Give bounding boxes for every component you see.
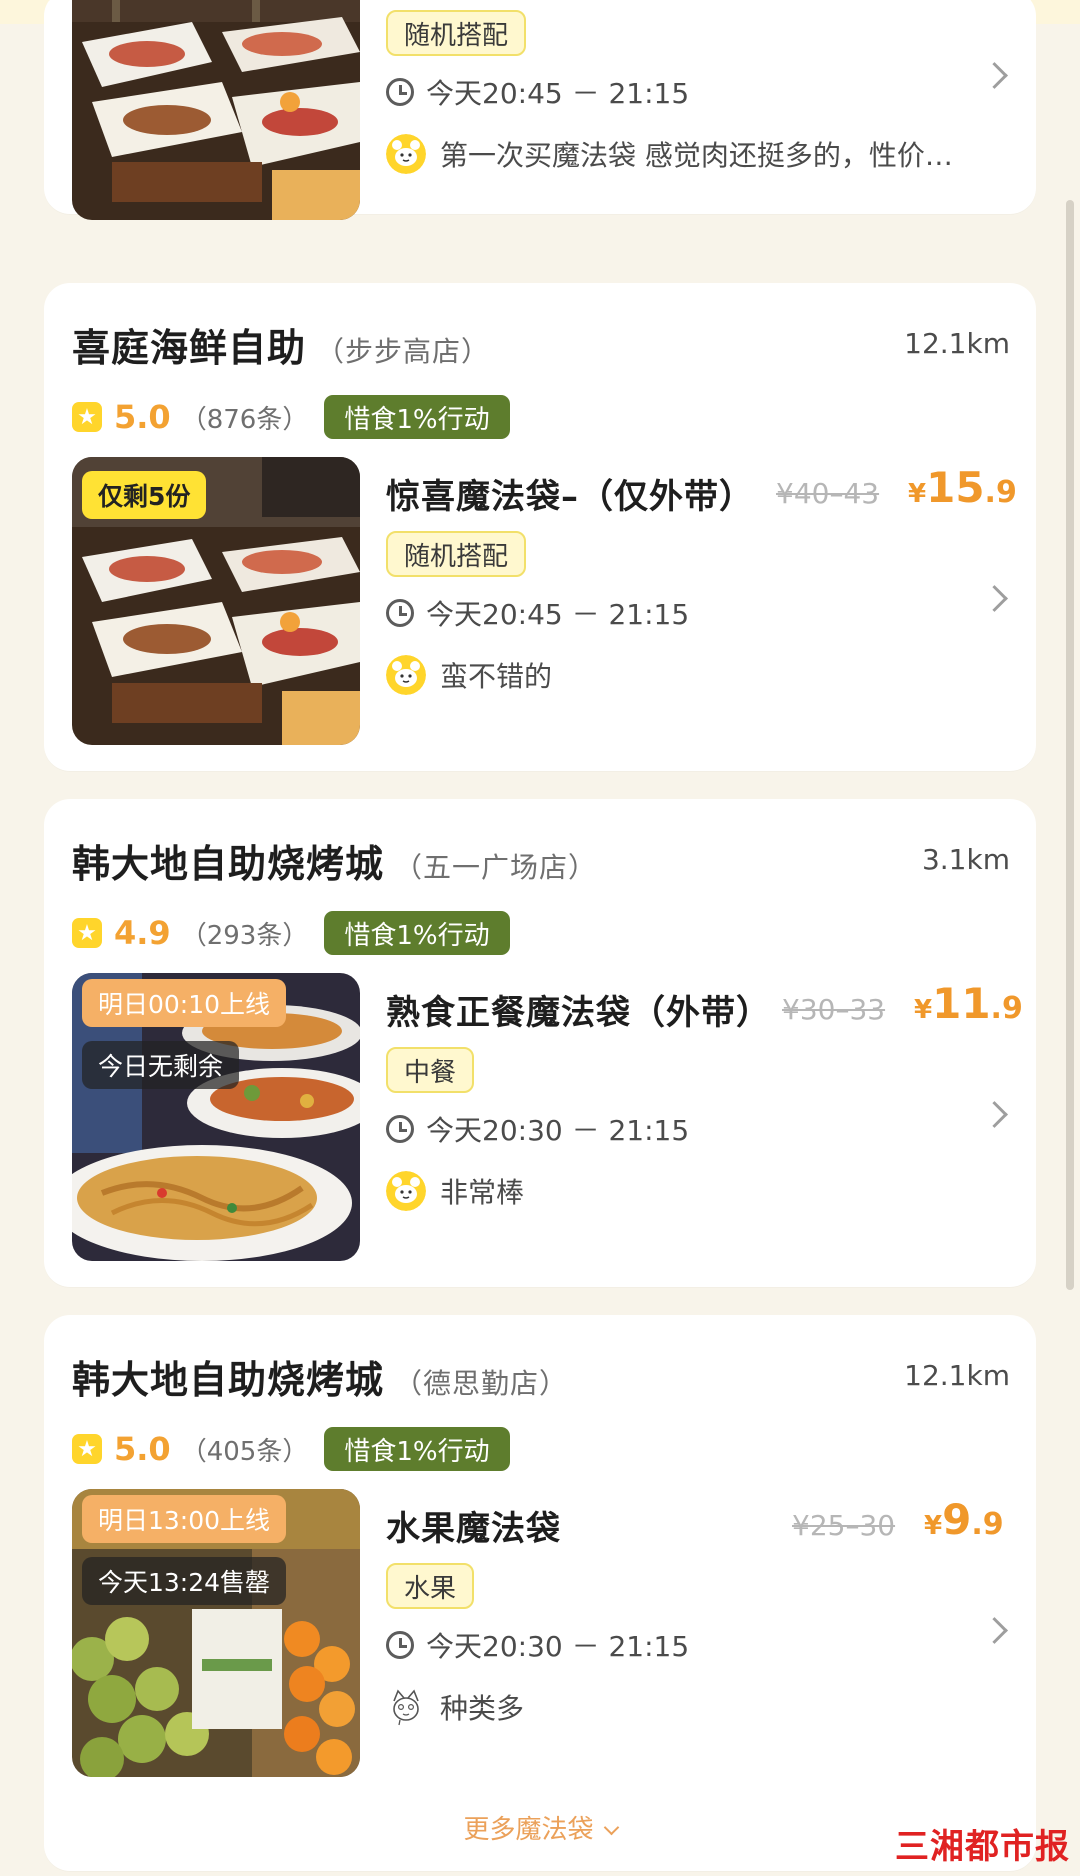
pickup-time: 今天20:45 － 21:15 (386, 72, 689, 112)
review-snippet: 非常棒 (386, 1171, 524, 1211)
review-count: （876条） (180, 404, 309, 435)
store-name: 韩大地自助烧烤城 （五一广场店） (72, 842, 598, 886)
review-snippet: 蛮不错的 (386, 655, 552, 695)
clock-icon (386, 1115, 414, 1143)
review-count: （293条） (180, 920, 309, 951)
stock-left-tag: 仅剩5份 (82, 471, 207, 519)
clock-icon (386, 78, 414, 106)
star-icon: ★ (72, 402, 102, 432)
clock-icon (386, 599, 414, 627)
star-icon: ★ (72, 1434, 102, 1464)
sketch-cat-icon (387, 1688, 425, 1726)
category-tag: 随机搭配 (386, 531, 527, 577)
store-name: 韩大地自助烧烤城 （德思勤店） (72, 1358, 569, 1402)
clock-icon (386, 1631, 414, 1659)
distance: 12.1km (904, 327, 1010, 360)
distance: 12.1km (904, 1359, 1010, 1392)
bag-title: 熟食正餐魔法袋（外带） (386, 993, 771, 1033)
rating-score: 4.9 (114, 914, 171, 952)
bag-photo (72, 0, 360, 220)
bag-photo: 明日00:10上线 今日无剩余 (72, 973, 360, 1261)
rating-row: ★ 4.9 （293条） 惜食1%行动 (72, 911, 510, 955)
bag-title: 水果魔法袋 (386, 1509, 561, 1549)
category-tag: 随机搭配 (386, 10, 527, 56)
store-card[interactable]: 喜庭海鲜自助 （步步高店） 12.1km ★ 5.0 （876条） 惜食1%行动 … (44, 283, 1036, 771)
rating-score: 5.0 (114, 1430, 171, 1468)
action-badge: 惜食1%行动 (324, 1427, 510, 1471)
more-bags-link[interactable]: 更多魔法袋 (44, 1809, 1036, 1846)
category-tag: 水果 (386, 1563, 475, 1609)
store-branch: （德思勤店） (394, 1367, 569, 1400)
store-card[interactable]: 韩大地自助烧烤城 （德思勤店） 12.1km ★ 5.0 （405条） 惜食1%行… (44, 1315, 1036, 1871)
chevron-right-icon[interactable] (981, 62, 1008, 89)
original-price: ¥25–30 (792, 1509, 896, 1542)
chevron-right-icon[interactable] (981, 1101, 1008, 1128)
sale-price: ¥15.9 (908, 463, 1017, 512)
rating-row: ★ 5.0 （405条） 惜食1%行动 (72, 1427, 510, 1471)
store-branch: （步步高店） (316, 335, 491, 368)
store-card[interactable]: 韩大地自助烧烤城 （五一广场店） 3.1km ★ 4.9 （293条） 惜食1%行… (44, 799, 1036, 1287)
pickup-time: 今天20:30 － 21:15 (386, 1109, 689, 1149)
store-name: 喜庭海鲜自助 （步步高店） (72, 326, 491, 370)
yellow-bear-icon (386, 655, 426, 695)
original-price: ¥30–33 (782, 993, 886, 1026)
action-badge: 惜食1%行动 (324, 395, 510, 439)
star-icon: ★ (72, 918, 102, 948)
rating-score: 5.0 (114, 398, 171, 436)
store-card[interactable]: 随机搭配 今天20:45 － 21:15 第一次买魔法袋 感觉肉还挺多的，性价… (44, 0, 1036, 220)
yellow-bear-icon (386, 1171, 426, 1211)
action-badge: 惜食1%行动 (324, 911, 510, 955)
bag-photo: 明日13:00上线 今天13:24售罄 (72, 1489, 360, 1777)
pickup-time: 今天20:45 － 21:15 (386, 593, 689, 633)
distance: 3.1km (921, 843, 1010, 876)
yellow-bear-icon (386, 134, 426, 174)
bag-title: 惊喜魔法袋–（仅外带） (386, 477, 754, 517)
sale-price: ¥9.9 (924, 1495, 1004, 1544)
chevron-down-icon (603, 1819, 619, 1836)
chevron-right-icon[interactable] (981, 585, 1008, 612)
chevron-right-icon[interactable] (981, 1617, 1008, 1644)
scrollbar[interactable] (1066, 200, 1074, 1290)
review-snippet: 第一次买魔法袋 感觉肉还挺多的，性价… (386, 134, 953, 174)
rating-row: ★ 5.0 （876条） 惜食1%行动 (72, 395, 510, 439)
original-price: ¥40–43 (776, 477, 880, 510)
review-count: （405条） (180, 1436, 309, 1467)
sold-out-tag: 今日无剩余 (82, 1041, 240, 1089)
sold-out-tag: 今天13:24售罄 (82, 1557, 287, 1605)
pickup-time: 今天20:30 － 21:15 (386, 1625, 689, 1665)
newspaper-watermark: 三湘都市报 (895, 1827, 1070, 1867)
bag-photo: 仅剩5份 (72, 457, 360, 745)
review-snippet: 种类多 (386, 1687, 524, 1727)
next-release-tag: 明日13:00上线 (82, 1495, 287, 1543)
category-tag: 中餐 (386, 1047, 475, 1093)
next-release-tag: 明日00:10上线 (82, 979, 287, 1027)
sale-price: ¥11.9 (914, 979, 1023, 1028)
store-branch: （五一广场店） (394, 851, 598, 884)
